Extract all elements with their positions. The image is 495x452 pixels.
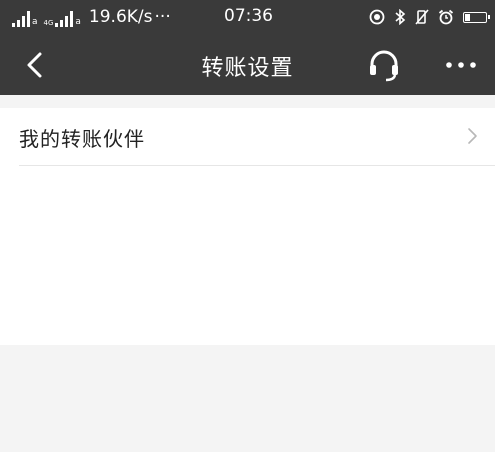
more-options-button[interactable]: [440, 52, 482, 78]
vibrate-mute-icon: [415, 9, 429, 25]
signal-strength-2-icon: [55, 11, 74, 27]
status-bar-right: [369, 7, 490, 27]
customer-service-button[interactable]: [364, 48, 404, 82]
more-dots-icon: [446, 62, 476, 68]
settings-item-label: 我的转账伙伴: [19, 127, 145, 151]
chevron-right-icon: [468, 128, 477, 144]
status-bar-left: a 4G a 19.6K/s ···: [12, 7, 171, 27]
alarm-icon: [438, 9, 454, 25]
location-icon: [369, 9, 385, 25]
status-time: 07:36: [224, 6, 273, 26]
status-bar: a 4G a 19.6K/s ··· 07:36: [0, 0, 495, 34]
settings-card: 我的转账伙伴: [0, 108, 495, 345]
network-speed: 19.6K/s: [88, 7, 153, 27]
headset-icon: [370, 50, 398, 82]
bluetooth-icon: [395, 9, 406, 25]
signal-strength-icon: [12, 11, 30, 27]
page-title: 转账设置: [201, 56, 294, 81]
back-button[interactable]: [18, 48, 52, 82]
network-type-tag: 4G: [43, 19, 54, 27]
chevron-left-icon: [27, 52, 42, 78]
nav-bar: 转账设置: [0, 34, 495, 95]
notification-more-indicator: ···: [154, 7, 171, 27]
settings-item-transfer-partners[interactable]: 我的转账伙伴: [0, 108, 495, 165]
sim2-tag: a: [75, 17, 81, 27]
battery-icon: [463, 11, 490, 23]
sim1-tag: a: [32, 17, 38, 27]
divider: [19, 165, 495, 166]
